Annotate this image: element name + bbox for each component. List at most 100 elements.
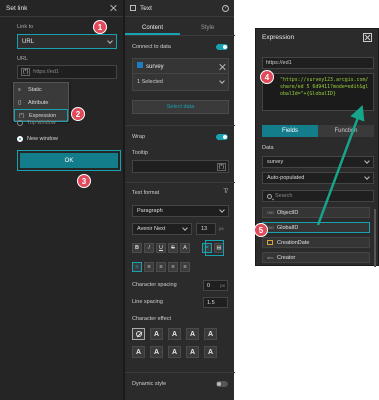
wrap-toggle[interactable]	[216, 134, 228, 140]
expression-url-preview: https://ed1	[262, 57, 374, 69]
selection-select[interactable]: 1 Selected	[133, 74, 228, 90]
no-effect-icon	[135, 331, 142, 337]
font-color-button[interactable]: A	[180, 243, 190, 253]
select-data-button[interactable]: Select data	[132, 100, 229, 114]
char-spacing-input[interactable]: 0 px	[203, 280, 228, 291]
populate-select[interactable]: Auto-populated	[262, 172, 374, 184]
effect-button[interactable]: A	[186, 328, 199, 340]
field-list-scrollbar[interactable]	[374, 209, 376, 267]
field-search-input[interactable]: Search	[262, 190, 374, 202]
expression-brace-icon[interactable]: {*}	[216, 163, 226, 171]
effect-button[interactable]: A	[204, 328, 217, 340]
connect-to-data-toggle[interactable]	[216, 44, 228, 50]
field-item-creationdate[interactable]: CreationDate	[262, 237, 370, 248]
tab-divider	[125, 35, 235, 36]
data-source-select[interactable]: survey	[262, 156, 374, 168]
remove-icon[interactable]	[218, 63, 224, 69]
line-spacing-label: Line spacing	[132, 299, 163, 305]
tab-fields[interactable]: Fields	[262, 125, 318, 137]
align-right-icon[interactable]: ≡	[156, 262, 166, 272]
radio-button-selected[interactable]	[17, 136, 23, 142]
section-divider	[125, 182, 235, 183]
expression-header: Expression	[256, 29, 378, 46]
text-panel-title: Text	[140, 4, 152, 12]
wrap-label: Wrap	[132, 134, 146, 140]
field-item-objectid[interactable]: OID ObjectID	[262, 207, 370, 218]
tooltip-input[interactable]: {*}	[132, 160, 229, 173]
data-label: Data	[262, 145, 274, 151]
radio-top-window[interactable]: Top window	[17, 120, 56, 126]
effect-button[interactable]: A	[168, 328, 181, 340]
font-select[interactable]: Avenir Next	[132, 223, 192, 235]
text-panel-tabs: Content Style	[125, 23, 235, 35]
link-to-select[interactable]: URL	[17, 34, 117, 49]
close-icon[interactable]	[363, 33, 372, 42]
field-name: Creator	[277, 254, 296, 261]
font-size-unit: px	[219, 226, 224, 231]
font-value: Avenir Next	[137, 226, 166, 232]
field-type-icon: GID	[267, 225, 275, 230]
effect-button[interactable]: A	[150, 346, 163, 358]
url-value: https://ed1	[33, 69, 59, 75]
tooltip-label: Tooltip	[132, 150, 148, 156]
ok-button-highlight: OK	[17, 150, 121, 171]
line-spacing-input[interactable]: 1.5	[203, 297, 228, 308]
static-icon: ≡	[18, 86, 21, 93]
url-label: URL	[17, 56, 29, 62]
data-source-box: survey 1 Selected	[132, 58, 229, 91]
text-panel-header: Text ?	[125, 0, 234, 17]
link-button-highlight	[205, 240, 224, 256]
dropdown-item-static[interactable]: ≡ Static	[14, 83, 68, 96]
effect-button[interactable]: A	[186, 346, 199, 358]
chevron-down-icon	[182, 225, 188, 231]
clear-format-icon[interactable]: T̸	[223, 189, 227, 195]
strikethrough-button[interactable]: S	[168, 243, 178, 253]
help-icon[interactable]: ?	[222, 4, 229, 12]
expression-brace-icon[interactable]: {*}	[21, 68, 31, 76]
step-badge-5: 5	[254, 223, 268, 237]
bold-button[interactable]: B	[132, 243, 142, 253]
text-settings-panel: Text ? Content Style Connect to data sur…	[124, 0, 235, 400]
chevron-down-icon	[219, 207, 225, 213]
expression-code-editor[interactable]: "https://survey123.arcgis.com/share/ed 5…	[262, 73, 374, 111]
indent-icon[interactable]: ≡	[180, 262, 190, 272]
font-size-input[interactable]: 13	[196, 223, 216, 235]
url-type-dropdown: ≡ Static {} Attribute {*} Expression	[13, 82, 69, 122]
tab-content[interactable]: Content	[125, 23, 180, 35]
align-left-icon[interactable]: ≡	[132, 262, 142, 272]
dynamic-style-toggle[interactable]	[216, 381, 228, 387]
link-to-value: URL	[22, 38, 35, 45]
populate-value: Auto-populated	[267, 175, 305, 181]
tab-style[interactable]: Style	[180, 23, 235, 35]
no-effect-button[interactable]	[132, 328, 145, 340]
selection-value: 1 Selected	[137, 79, 163, 85]
search-placeholder: Search	[275, 193, 293, 199]
expression-panel: Expression https://ed1 "https://survey12…	[255, 28, 379, 267]
field-item-globalid[interactable]: GID GlobalID	[262, 222, 370, 233]
effect-button[interactable]: A	[150, 328, 163, 340]
dropdown-item-attribute[interactable]: {} Attribute	[14, 96, 68, 109]
effect-button[interactable]: A	[204, 346, 217, 358]
underline-button[interactable]: U	[156, 243, 166, 253]
align-justify-icon[interactable]: ≡	[168, 262, 178, 272]
close-icon[interactable]	[109, 4, 117, 12]
paragraph-select[interactable]: Paragraph	[132, 205, 229, 217]
step-badge-3: 3	[77, 174, 91, 188]
field-item-creator[interactable]: abc Creator	[262, 252, 370, 263]
radio-button[interactable]	[17, 120, 23, 126]
data-source-name: survey	[146, 64, 164, 70]
ok-button[interactable]: OK	[20, 153, 118, 168]
effect-button[interactable]: A	[168, 346, 181, 358]
chevron-down-icon	[364, 174, 370, 180]
tab-function[interactable]: Function	[318, 125, 374, 137]
data-source-row[interactable]: survey	[133, 59, 228, 74]
italic-button[interactable]: I	[144, 243, 154, 253]
step-badge-2: 2	[71, 107, 85, 121]
radio-new-window[interactable]: New window	[17, 136, 58, 142]
effect-button[interactable]: A	[132, 346, 145, 358]
set-link-header: Set link	[0, 0, 123, 17]
radio-label: New window	[27, 136, 58, 142]
url-input[interactable]: {*} https://ed1	[17, 65, 117, 79]
data-source-value: survey	[267, 159, 284, 165]
align-center-icon[interactable]: ≡	[144, 262, 154, 272]
